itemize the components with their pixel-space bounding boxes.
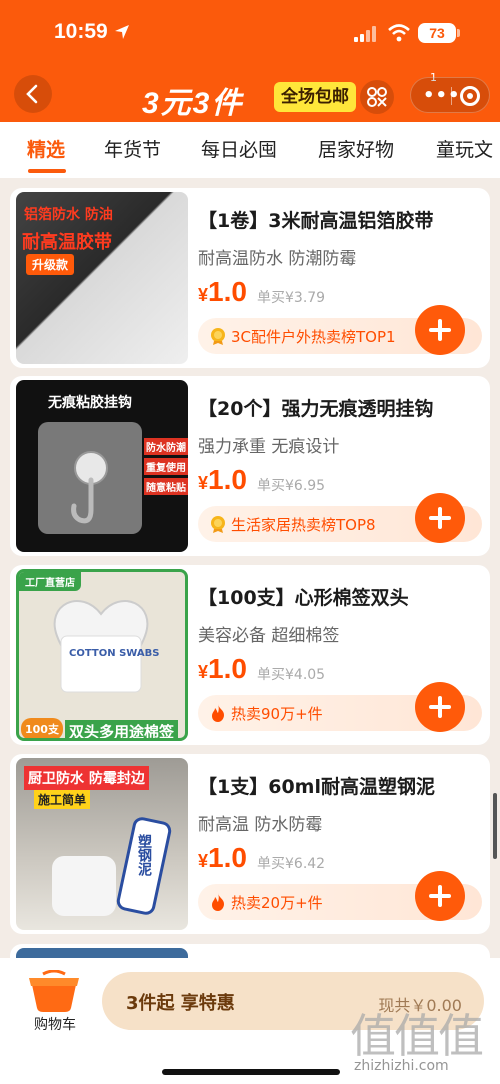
product-image[interactable]: 无痕粘胶挂钩 防水防潮 重复使用 随意粘贴 bbox=[16, 380, 188, 552]
active-tab-indicator bbox=[28, 169, 66, 173]
grid-menu-button[interactable] bbox=[360, 80, 394, 114]
image-caption: 铝箔防水 防油 bbox=[24, 207, 113, 223]
ranking-tag-text: 生活家居热卖榜TOP8 bbox=[231, 516, 376, 534]
tab-nianhuojie[interactable]: 年货节 bbox=[104, 135, 161, 162]
medal-icon bbox=[211, 516, 225, 533]
product-price: ¥1.0 bbox=[198, 276, 247, 307]
medal-icon bbox=[211, 328, 225, 345]
tab-meiri-bitun[interactable]: 每日必囤 bbox=[201, 135, 277, 162]
watermark-url: zhizhizhi.com bbox=[354, 1058, 449, 1074]
wifi-icon bbox=[388, 24, 410, 42]
tab-tongwan[interactable]: 童玩文 bbox=[436, 135, 493, 162]
image-label: 随意粘贴 bbox=[144, 478, 188, 495]
image-banner: 厨卫防水 防霉封边 bbox=[24, 766, 149, 790]
tab-jujia-haowu[interactable]: 居家好物 bbox=[318, 135, 394, 162]
product-image[interactable]: 厨卫防水 防霉封边 施工简单 塑钢泥 bbox=[16, 758, 188, 930]
product-price: ¥1.0 bbox=[198, 653, 247, 684]
battery-indicator: 73 bbox=[418, 23, 456, 43]
image-corner-label: 工厂直营店 bbox=[19, 572, 81, 591]
product-name[interactable]: 【1卷】3米耐高温铝箔胶带 bbox=[198, 206, 433, 233]
product-image[interactable]: 铝箔防水 防油 耐高温胶带 升级款 bbox=[16, 192, 188, 364]
shopping-basket-icon[interactable] bbox=[27, 970, 81, 1014]
cellular-signal-icon bbox=[354, 26, 376, 42]
product-name[interactable]: 【20个】强力无痕透明挂钩 bbox=[198, 394, 433, 421]
product-card[interactable]: 厨卫防水 防霉封边 施工简单 塑钢泥 【1支】60ml耐高温塑钢泥 耐高温 防水… bbox=[10, 754, 490, 934]
product-price: ¥1.0 bbox=[198, 464, 247, 495]
add-to-cart-button[interactable] bbox=[415, 305, 465, 355]
capsule-divider bbox=[451, 87, 452, 105]
hook-illustration bbox=[38, 422, 142, 534]
product-subtitle: 美容必备 超细棉签 bbox=[198, 626, 340, 646]
product-card[interactable]: 铝箔防水 防油 耐高温胶带 升级款 【1卷】3米耐高温铝箔胶带 耐高温防水 防潮… bbox=[10, 188, 490, 368]
battery-tip bbox=[457, 29, 460, 37]
image-caption: 施工简单 bbox=[34, 790, 91, 809]
add-to-cart-button[interactable] bbox=[415, 682, 465, 732]
product-name[interactable]: 【1支】60ml耐高温塑钢泥 bbox=[198, 772, 435, 799]
page-title: 3元3件 bbox=[142, 87, 244, 120]
free-shipping-badge: 全场包邮 bbox=[274, 82, 356, 112]
image-label: 防水防潮 bbox=[144, 438, 188, 455]
sales-tag-text: 热卖90万+件 bbox=[231, 705, 323, 723]
image-banner: 双头多用途棉签 bbox=[65, 720, 179, 738]
ranking-tag-text: 3C配件户外热卖榜TOP1 bbox=[231, 328, 396, 346]
more-dots-icon[interactable]: ••• bbox=[423, 85, 461, 106]
mini-program-capsule: ••• bbox=[410, 77, 490, 113]
original-price: 单买¥4.05 bbox=[257, 667, 326, 683]
tab-jingxuan[interactable]: 精选 bbox=[27, 135, 65, 162]
status-time: 10:59 bbox=[54, 20, 108, 43]
flame-icon bbox=[212, 704, 224, 722]
back-button[interactable] bbox=[14, 75, 52, 113]
product-subtitle: 强力承重 无痕设计 bbox=[198, 437, 340, 457]
tube-label: 塑钢泥 bbox=[136, 834, 152, 876]
image-label: 重复使用 bbox=[144, 458, 188, 475]
add-to-cart-button[interactable] bbox=[415, 871, 465, 921]
original-price: 单买¥3.79 bbox=[257, 290, 326, 306]
close-target-icon[interactable] bbox=[460, 86, 480, 106]
chevron-left-icon bbox=[26, 84, 38, 104]
category-tabs: 精选 年货节 每日必囤 居家好物 童玩文 bbox=[0, 122, 500, 178]
image-count-badge: 100支 bbox=[21, 718, 63, 738]
original-price: 单买¥6.42 bbox=[257, 856, 326, 872]
image-caption: COTTON SWABS bbox=[69, 648, 160, 659]
image-caption: 耐高温胶带 bbox=[22, 232, 112, 253]
cart-label[interactable]: 购物车 bbox=[34, 1014, 76, 1034]
sales-tag-text: 热卖20万+件 bbox=[231, 894, 323, 912]
original-price: 单买¥6.95 bbox=[257, 478, 326, 494]
flame-icon bbox=[212, 893, 224, 911]
product-name[interactable]: 【100支】心形棉签双头 bbox=[198, 583, 409, 610]
checkout-text: 3件起 享特惠 bbox=[126, 993, 235, 1014]
add-to-cart-button[interactable] bbox=[415, 493, 465, 543]
home-indicator[interactable] bbox=[162, 1069, 340, 1075]
product-card[interactable]: 工厂直营店 COTTON SWABS 100支 双头多用途棉签 【100支】心形… bbox=[10, 565, 490, 745]
image-caption: 无痕粘胶挂钩 bbox=[48, 395, 132, 411]
location-arrow-icon bbox=[115, 25, 129, 39]
image-badge: 升级款 bbox=[26, 254, 75, 275]
product-subtitle: 耐高温 防水防霉 bbox=[198, 815, 323, 835]
status-bar: 10:59 73 bbox=[0, 0, 500, 68]
scrollbar[interactable] bbox=[493, 793, 497, 859]
top-header: 10:59 73 3元3件 全场包邮 1 ••• bbox=[0, 0, 500, 122]
product-image[interactable]: 工厂直营店 COTTON SWABS 100支 双头多用途棉签 bbox=[16, 569, 188, 741]
grid-icon bbox=[367, 87, 387, 107]
product-card[interactable]: 无痕粘胶挂钩 防水防潮 重复使用 随意粘贴 【20个】强力无痕透明挂钩 强力承重… bbox=[10, 376, 490, 556]
product-price: ¥1.0 bbox=[198, 842, 247, 873]
watermark-logo: 值值值 bbox=[350, 1009, 484, 1063]
watermark: 值值值 zhizhizhi.com bbox=[350, 1000, 500, 1084]
product-subtitle: 耐高温防水 防潮防霉 bbox=[198, 249, 357, 269]
caulk-illustration bbox=[52, 817, 172, 916]
